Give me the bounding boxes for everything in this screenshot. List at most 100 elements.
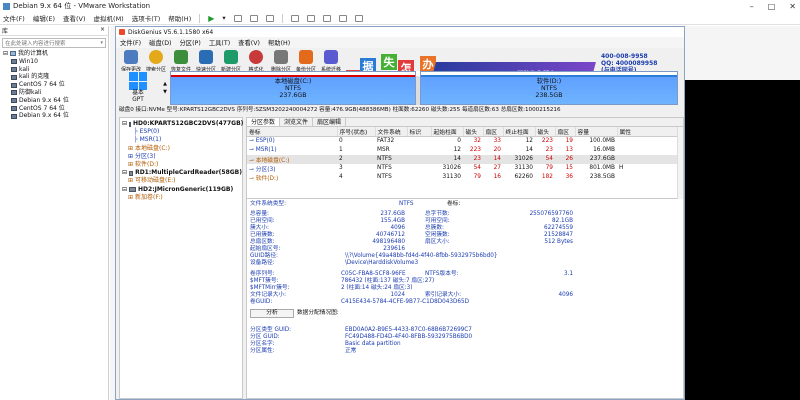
format-button[interactable]: 格式化 xyxy=(245,50,267,73)
col-header[interactable]: 序号(状态) xyxy=(337,127,376,137)
detail-value: 155.4GB xyxy=(380,218,405,224)
library-close-icon[interactable]: × xyxy=(100,26,105,33)
tree-partition-msr[interactable]: ├ MSR(1) xyxy=(122,136,242,144)
quick-partition-button[interactable]: 快速分区 xyxy=(195,50,217,73)
collapse-icon[interactable]: ⊟ xyxy=(3,50,8,58)
new-partition-icon xyxy=(224,50,238,64)
vm-console-screen[interactable] xyxy=(685,80,800,400)
recover-files-button[interactable]: 恢复文件 xyxy=(170,50,192,73)
backup-partition-button[interactable]: 备份分区 xyxy=(295,50,317,73)
menu-edit[interactable]: 编辑(E) xyxy=(33,13,55,23)
partition-bar-c[interactable]: 本地磁盘(C:) NTFS 237.6GB xyxy=(170,71,416,105)
new-partition-button[interactable]: 新建分区 xyxy=(220,50,242,73)
col-header[interactable]: 容量 xyxy=(575,127,618,137)
tree-partition-c[interactable]: ⊞ 本地磁盘(C:) xyxy=(122,145,242,153)
tree-partition-f[interactable]: ⊞ 新加卷(F:) xyxy=(122,194,242,202)
detail-value: 21528847 xyxy=(544,232,573,238)
tree-partition-e[interactable]: ⊞ 可移动磁盘(E:) xyxy=(122,177,242,185)
maximize-icon[interactable]: □ xyxy=(768,2,776,11)
collapse-icon[interactable]: ⊟ xyxy=(122,120,127,128)
tree-disk-hd2[interactable]: ⊟ HD2:JMicronGeneric(119GB) xyxy=(122,186,242,194)
unity-icon[interactable] xyxy=(338,14,347,22)
col-header[interactable]: 卷标 xyxy=(247,127,338,137)
cell: 79 xyxy=(545,165,553,171)
dg-menu-tools[interactable]: 工具(T) xyxy=(209,38,230,47)
col-header[interactable]: 扇区 xyxy=(555,127,576,137)
library-item-vm[interactable]: Debian 9.x 64 位 xyxy=(3,112,108,120)
tree-disk-hd0[interactable]: ⊟ HD0:KPARTS12GBC2DVS(477GB) xyxy=(122,120,243,128)
tree-partition-3[interactable]: ⊞ 分区(3) xyxy=(122,153,242,161)
tree-partition-esp[interactable]: ├ ESP(0) xyxy=(122,128,242,136)
menu-tabs[interactable]: 选项卡(T) xyxy=(132,13,161,23)
library-search-input[interactable]: 在此处键入内容进行搜索 ▾ xyxy=(2,38,106,48)
tab-sector-edit[interactable]: 扇区编辑 xyxy=(313,118,347,126)
detail-value: 237.6GB xyxy=(380,211,405,217)
col-header[interactable]: 起始柱面 xyxy=(431,127,464,137)
expand-icon[interactable]: ⊞ xyxy=(128,153,133,161)
table-row-selected[interactable]: ⊸ 本地磁盘(C:) 2 NTFS 14 23 14 31026 54 26 2… xyxy=(247,154,683,164)
cell xyxy=(407,146,431,155)
library-item-vm[interactable]: Debian 9.x 64 位 xyxy=(3,97,108,105)
manage-snapshots-icon[interactable] xyxy=(265,14,274,22)
col-header[interactable]: 终止柱面 xyxy=(503,127,536,137)
dg-menu-file[interactable]: 文件(F) xyxy=(120,38,141,47)
power-on-icon[interactable]: ▶ xyxy=(208,14,214,23)
dg-menu-help[interactable]: 帮助(H) xyxy=(268,38,290,47)
close-icon[interactable]: ✕ xyxy=(789,2,796,11)
partition-c-name: 本地磁盘(C:) xyxy=(274,77,312,85)
table-row[interactable]: ⊸ ESP(0) 0 FAT32 0 32 33 12 223 19 100.0… xyxy=(247,137,683,146)
analyze-button[interactable]: 分析 xyxy=(250,309,294,318)
system-migration-button[interactable]: 系统迁移 xyxy=(320,50,342,73)
chevron-down-icon[interactable]: ▼ xyxy=(163,89,167,95)
partition-bar-d[interactable]: 软件(D:) NTFS 238.5GB xyxy=(420,71,678,105)
menu-file[interactable]: 文件(F) xyxy=(3,13,25,23)
diskgenius-menu-bar: 文件(F) 磁盘(D) 分区(P) 工具(T) 查看(V) 帮助(H) xyxy=(116,37,684,48)
save-changes-button[interactable]: 保存更改 xyxy=(120,50,142,73)
col-header[interactable]: 磁头 xyxy=(535,127,556,137)
library-item-vm[interactable]: Win10 xyxy=(3,58,108,66)
revert-snapshot-icon[interactable] xyxy=(249,14,258,22)
disk-map: 基本 GPT ▲ ▼ 本地磁盘(C:) NTFS 237.6GB 软件(D:) … xyxy=(116,71,684,105)
vm-icon xyxy=(11,66,17,72)
cell: 1 xyxy=(339,147,343,153)
dg-menu-view[interactable]: 查看(V) xyxy=(238,38,260,47)
chevron-up-icon[interactable]: ▲ xyxy=(163,81,167,87)
tab-browse-files[interactable]: 浏览文件 xyxy=(280,118,314,126)
col-header[interactable]: 磁头 xyxy=(463,127,484,137)
library-item-vm[interactable]: 防御kali xyxy=(3,89,108,97)
expand-icon[interactable]: ⊞ xyxy=(128,177,133,185)
col-header[interactable]: 属性 xyxy=(617,127,683,137)
table-row[interactable]: ⊸ 分区(3) 3 NTFS 31026 54 27 31130 79 15 8… xyxy=(247,164,683,173)
table-scrollbar[interactable] xyxy=(677,127,683,199)
table-row[interactable]: ⊸ MSR(1) 1 MSR 12 223 20 14 23 13 16.0MB xyxy=(247,146,683,155)
menu-help[interactable]: 帮助(H) xyxy=(168,13,191,23)
thumbnail-view-icon[interactable] xyxy=(306,14,315,22)
expand-icon[interactable]: ⊞ xyxy=(128,161,133,169)
table-row[interactable]: ⊸ 软件(D:) 4 NTFS 31130 79 16 62260 182 36… xyxy=(247,173,683,182)
console-view-icon[interactable] xyxy=(354,14,363,22)
expand-icon[interactable]: ⊞ xyxy=(128,194,133,202)
library-view-icon[interactable] xyxy=(290,14,299,22)
col-header[interactable]: 标识 xyxy=(407,127,432,137)
dg-menu-disk[interactable]: 磁盘(D) xyxy=(149,38,171,47)
col-header[interactable]: 扇区 xyxy=(483,127,504,137)
collapse-icon[interactable]: ⊟ xyxy=(122,186,127,194)
dg-menu-partition[interactable]: 分区(P) xyxy=(180,38,201,47)
library-item-my-computer[interactable]: ⊟ 我的计算机 xyxy=(3,50,108,58)
minimize-icon[interactable]: – xyxy=(750,2,754,11)
fullscreen-icon[interactable] xyxy=(322,14,331,22)
cell-label-text: 本地磁盘(C:) xyxy=(255,157,290,164)
chevron-down-icon[interactable]: ▾ xyxy=(100,40,103,46)
tree-partition-d[interactable]: ⊞ 软件(D:) xyxy=(122,161,242,169)
library-item-vm[interactable]: CentOS 7 64 位 xyxy=(3,81,108,89)
delete-partition-button[interactable]: 删除分区 xyxy=(270,50,292,73)
search-partition-button[interactable]: 搜索分区 xyxy=(145,50,167,73)
menu-vm[interactable]: 虚拟机(M) xyxy=(94,13,124,23)
tab-partition-params[interactable]: 分区参数 xyxy=(247,118,281,126)
power-dropdown-icon[interactable]: ▾ xyxy=(222,14,225,22)
expand-icon[interactable]: ⊞ xyxy=(128,145,133,153)
collapse-icon[interactable]: ⊟ xyxy=(122,169,127,177)
snapshot-icon[interactable] xyxy=(233,14,242,22)
menu-view[interactable]: 查看(V) xyxy=(63,13,86,23)
col-header[interactable]: 文件系统 xyxy=(375,127,408,137)
